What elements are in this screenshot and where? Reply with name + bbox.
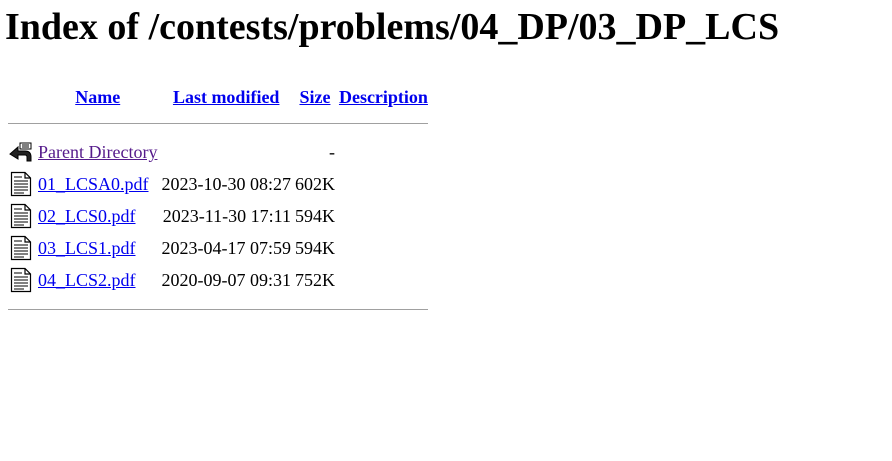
file-name-cell: 04_LCS2.pdf: [37, 265, 158, 295]
top-divider-cell: [7, 111, 429, 135]
file-description-cell: [338, 233, 429, 263]
sort-by-name-link[interactable]: Name: [75, 87, 120, 107]
text-document-icon: [10, 203, 32, 229]
file-last-modified-cell: 2023-04-17 07:59: [161, 238, 291, 258]
file-icon-cell: [7, 233, 35, 263]
parent-directory-link[interactable]: Parent Directory: [38, 142, 157, 162]
file-icon-cell: [7, 201, 35, 231]
bottom-divider-cell: [7, 297, 429, 321]
file-size-cell: 594K: [294, 206, 335, 226]
file-size-cell: 602K: [294, 174, 335, 194]
sort-by-last-modified-link[interactable]: Last modified: [173, 87, 280, 107]
bottom-divider-row: [7, 297, 429, 321]
text-document-icon: [10, 267, 32, 293]
file-row: 01_LCSA0.pdf 2023-10-30 08:27 602K: [7, 169, 429, 199]
file-size-cell: 594K: [294, 238, 335, 258]
top-divider-row: [7, 111, 429, 135]
directory-listing: Name Last modified Size Description Pare…: [5, 83, 431, 323]
file-row: 02_LCS0.pdf 2023-11-30 17:11 594K: [7, 201, 429, 231]
file-description-cell: [338, 201, 429, 231]
sort-by-description-link[interactable]: Description: [339, 87, 428, 107]
back-arrow-icon: [9, 142, 32, 162]
top-divider: [8, 122, 428, 124]
file-name-cell: 03_LCS1.pdf: [37, 233, 158, 263]
parent-size-cell: -: [328, 142, 335, 162]
page-title: Index of /contests/problems/04_DP/03_DP_…: [5, 6, 780, 48]
file-name-cell: 02_LCS0.pdf: [37, 201, 158, 231]
file-description-cell: [338, 265, 429, 295]
header-size-column: Size: [294, 85, 336, 109]
header-name-column: Name: [37, 85, 158, 109]
header-icon-column: [7, 85, 35, 109]
header-last-modified-column: Last modified: [160, 85, 292, 109]
bottom-divider: [8, 308, 428, 310]
header-row: Name Last modified Size Description: [7, 85, 429, 109]
file-link[interactable]: 04_LCS2.pdf: [38, 270, 136, 290]
parent-icon-cell: [7, 137, 35, 167]
file-icon-cell: [7, 265, 35, 295]
file-last-modified-cell: 2020-09-07 09:31: [161, 270, 291, 290]
text-document-icon: [10, 171, 32, 197]
parent-description-cell: [338, 137, 429, 167]
parent-directory-row: Parent Directory -: [7, 137, 429, 167]
file-icon-cell: [7, 169, 35, 199]
file-size-cell: 752K: [294, 270, 335, 290]
file-link[interactable]: 02_LCS0.pdf: [38, 206, 136, 226]
file-row: 04_LCS2.pdf 2020-09-07 09:31 752K: [7, 265, 429, 295]
sort-by-size-link[interactable]: Size: [299, 87, 330, 107]
file-link[interactable]: 03_LCS1.pdf: [38, 238, 136, 258]
file-last-modified-cell: 2023-10-30 08:27: [161, 174, 291, 194]
file-link[interactable]: 01_LCSA0.pdf: [38, 174, 149, 194]
file-last-modified-cell: 2023-11-30 17:11: [162, 206, 291, 226]
file-description-cell: [338, 169, 429, 199]
parent-last-modified-cell: [160, 137, 292, 167]
file-name-cell: 01_LCSA0.pdf: [37, 169, 158, 199]
text-document-icon: [10, 235, 32, 261]
header-description-column: Description: [338, 85, 429, 109]
parent-name-cell: Parent Directory: [37, 137, 158, 167]
file-row: 03_LCS1.pdf 2023-04-17 07:59 594K: [7, 233, 429, 263]
